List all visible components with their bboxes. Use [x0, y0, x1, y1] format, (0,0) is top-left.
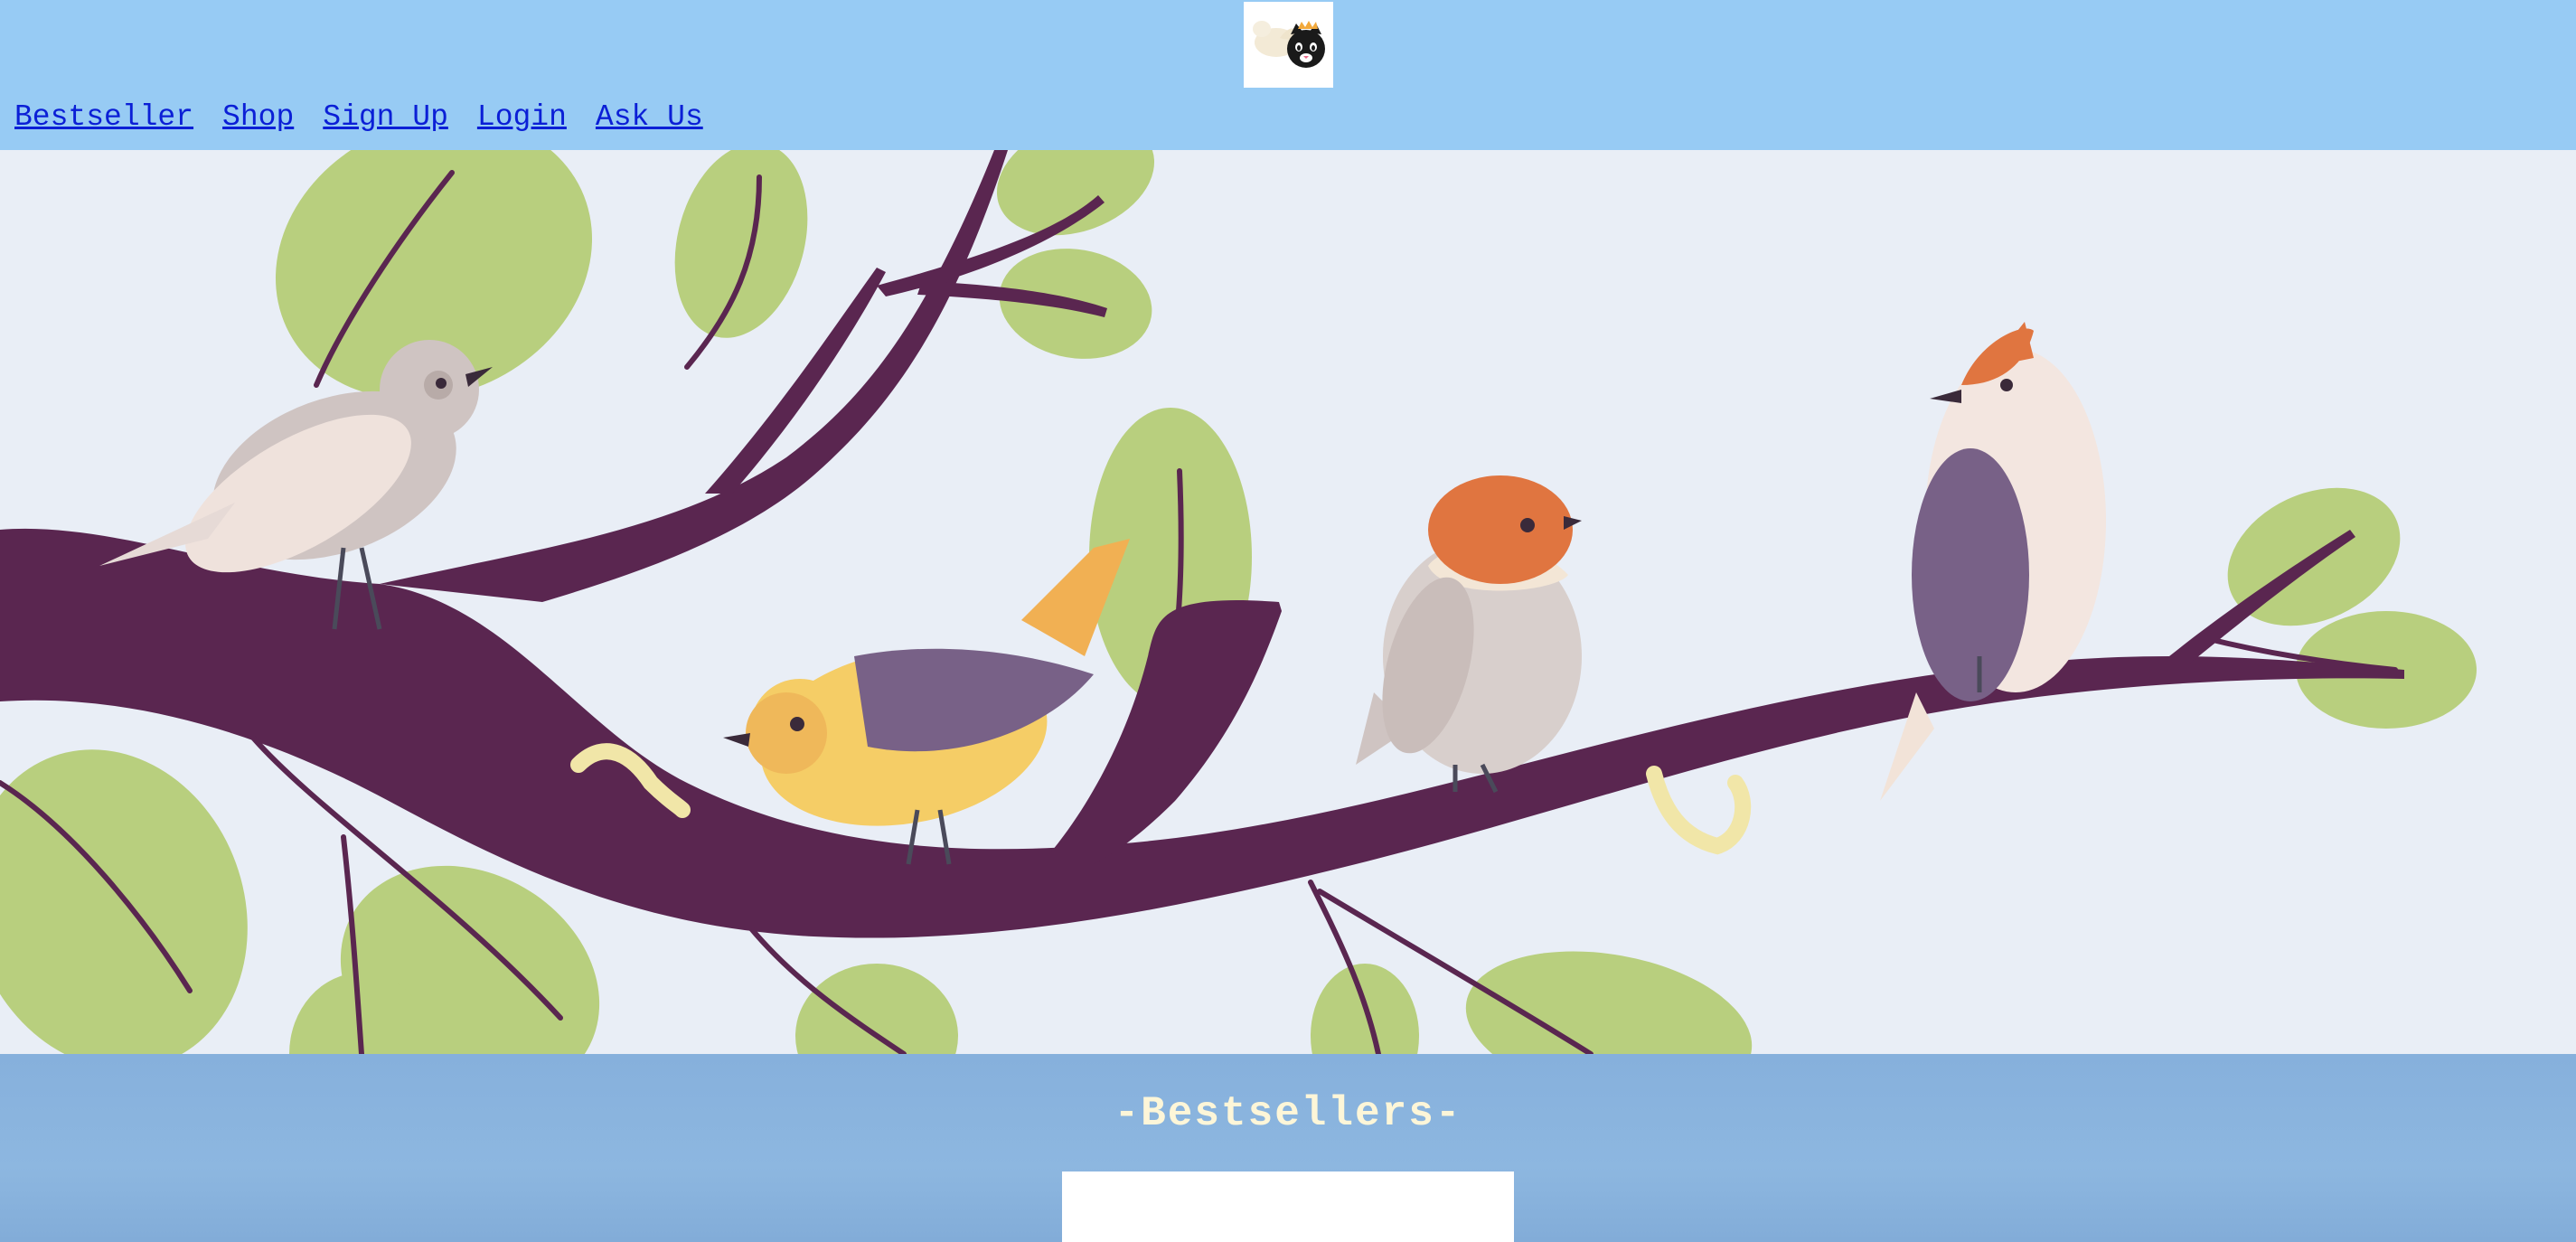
product-card[interactable]: [1062, 1171, 1514, 1242]
cat-bird-logo-icon[interactable]: [1244, 2, 1333, 88]
birds-on-branch-illustration: [0, 150, 2576, 1054]
nav-link-login[interactable]: Login: [477, 98, 567, 137]
nav-link-ask-us[interactable]: Ask Us: [596, 98, 703, 137]
main-nav: Bestseller Shop Sign Up Login Ask Us: [14, 98, 703, 137]
hero-banner: [0, 150, 2576, 1054]
nav-link-sign-up[interactable]: Sign Up: [323, 98, 448, 137]
nav-link-shop[interactable]: Shop: [222, 98, 294, 137]
nav-link-bestseller[interactable]: Bestseller: [14, 98, 193, 137]
bestsellers-section: -Bestsellers-: [0, 1054, 2576, 1242]
site-header: Bestseller Shop Sign Up Login Ask Us: [0, 0, 2576, 150]
bestsellers-heading: -Bestsellers-: [1114, 1090, 1462, 1137]
page: Bestseller Shop Sign Up Login Ask Us -Be…: [0, 0, 2576, 1242]
